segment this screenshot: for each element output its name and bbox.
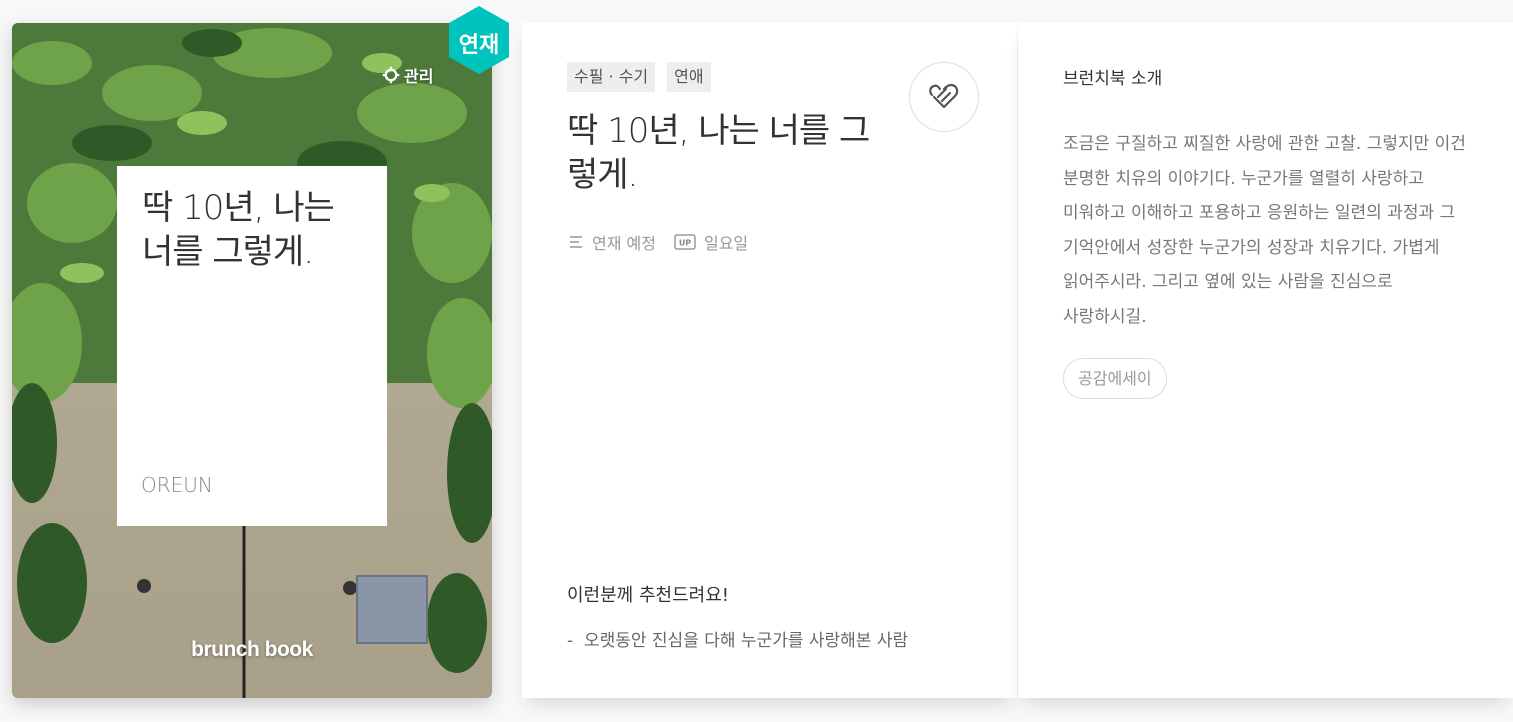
serial-badge-label: 연재	[458, 33, 500, 58]
category-tag[interactable]: 수필 · 수기	[567, 62, 656, 92]
up-badge-text: UP	[679, 239, 691, 248]
cover-author: OREUN	[141, 473, 213, 497]
book-meta: 연재 예정 UP 일요일	[568, 230, 748, 254]
category-tags: 수필 · 수기 연애	[567, 62, 711, 92]
up-badge-icon: UP	[674, 234, 696, 250]
keyword-tag[interactable]: 공감에세이	[1063, 358, 1167, 399]
recommend-heading: 이런분께 추천드려요!	[567, 585, 729, 606]
gear-icon	[382, 66, 400, 84]
serial-badge: 연재	[443, 4, 515, 76]
manage-label: 관리	[404, 67, 434, 86]
manage-button[interactable]: 관리	[382, 63, 433, 87]
recommend-text: 오랫동안 진심을 다해 누군가를 사랑해본 사람	[583, 631, 909, 651]
book-cover: 관리 딱 10년, 나는 너를 그렇게. OREUN brunch book	[12, 23, 492, 698]
publish-day-label: 일요일	[703, 234, 749, 253]
intro-heading: 브런치북 소개	[1063, 69, 1163, 89]
category-tag[interactable]: 연애	[667, 62, 711, 92]
book-intro-panel: 브런치북 소개 조금은 구질하고 찌질한 사랑에 관한 고찰. 그렇지만 이건 …	[1018, 23, 1513, 698]
like-button[interactable]	[909, 62, 979, 132]
schedule-label: 연재 예정	[592, 234, 656, 253]
brunch-book-logo: brunch book	[191, 638, 313, 661]
book-info-panel: 수필 · 수기 연애 딱 10년, 나는 너를 그렇게. 연재 예정 UP 일요…	[522, 23, 1017, 698]
intro-body: 조금은 구질하고 찌질한 사랑에 관한 고찰. 그렇지만 이건 분명한 치유의 …	[1063, 134, 1466, 327]
heart-icon	[929, 83, 959, 109]
cover-title: 딱 10년, 나는 너를 그렇게.	[142, 188, 335, 272]
publish-day-info: UP 일요일	[674, 230, 748, 254]
list-icon	[570, 236, 582, 248]
dash-marker: -	[567, 631, 584, 651]
recommend-list-item: - 오랫동안 진심을 다해 누군가를 사랑해본 사람	[567, 626, 908, 651]
cover-title-card: 딱 10년, 나는 너를 그렇게. OREUN	[117, 166, 387, 526]
schedule-info: 연재 예정	[568, 230, 656, 254]
book-title: 딱 10년, 나는 너를 그렇게.	[567, 111, 870, 195]
